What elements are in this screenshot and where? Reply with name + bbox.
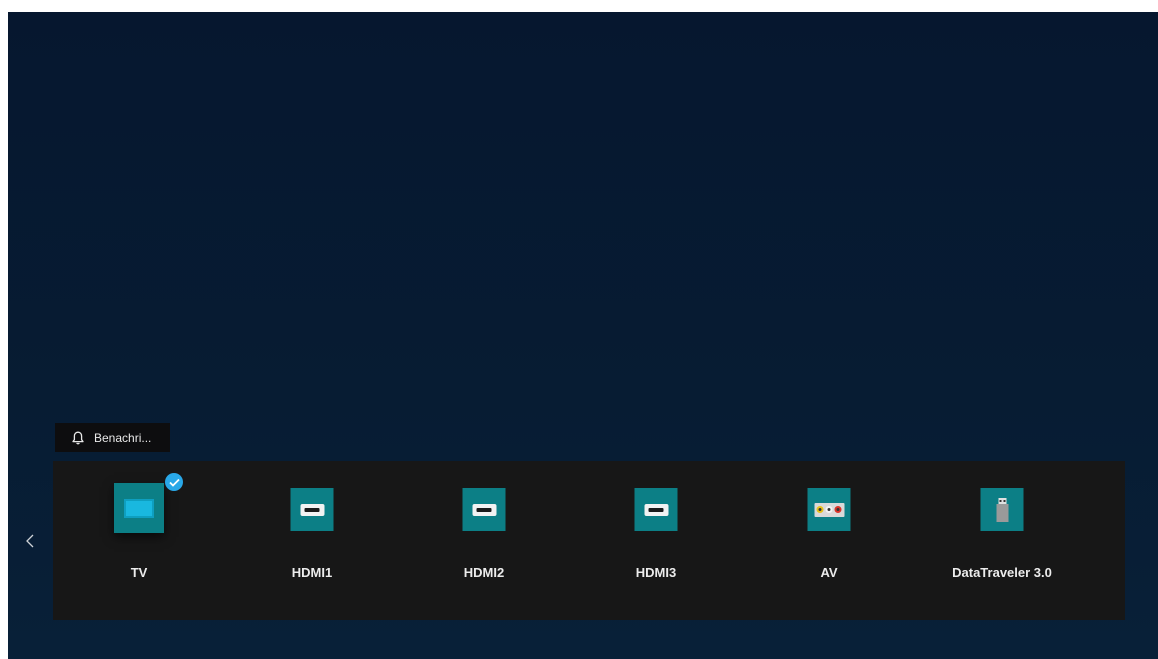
source-tv[interactable]: TV [53, 461, 225, 620]
source-label: AV [820, 565, 838, 580]
bell-icon [72, 431, 84, 445]
chevron-left-icon[interactable] [22, 530, 38, 552]
source-label: TV [130, 565, 148, 580]
source-hdmi3[interactable]: HDMI3 [570, 461, 742, 620]
source-hdmi2[interactable]: HDMI2 [398, 461, 570, 620]
tv-icon [114, 483, 164, 533]
source-av[interactable]: AV [743, 461, 915, 620]
source-label: DataTraveler 3.0 [952, 565, 1052, 580]
source-label: HDMI1 [291, 565, 333, 580]
source-label: HDMI2 [463, 565, 505, 580]
av-icon [807, 488, 851, 531]
tv-screen-background: Benachri... TV HDMI1 HDMI2 HDMI3 AV Data… [8, 12, 1158, 659]
hdmi-icon [634, 488, 678, 531]
checkmark-icon [165, 473, 183, 491]
hdmi-icon [290, 488, 334, 531]
source-usb[interactable]: DataTraveler 3.0 [916, 461, 1088, 620]
source-label: HDMI3 [635, 565, 677, 580]
hdmi-icon [462, 488, 506, 531]
notification-label: Benachri... [94, 430, 152, 445]
source-list: TV HDMI1 HDMI2 HDMI3 AV DataTraveler 3.0 [53, 461, 1125, 620]
source-hdmi1[interactable]: HDMI1 [226, 461, 398, 620]
notification-button[interactable]: Benachri... [55, 423, 170, 452]
usb-icon [980, 488, 1024, 531]
